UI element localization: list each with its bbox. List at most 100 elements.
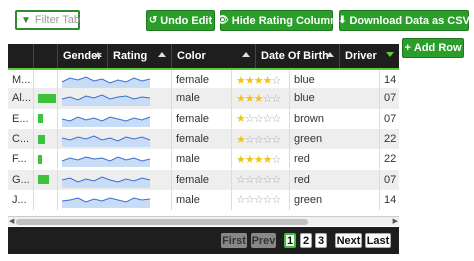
- rating-cell[interactable]: ★☆☆☆☆: [232, 108, 290, 129]
- progress-cell[interactable]: [34, 189, 58, 211]
- star-icon[interactable]: ★: [236, 93, 246, 105]
- star-rating[interactable]: ★★★★☆: [236, 153, 282, 166]
- rating-cell[interactable]: ★★★★☆: [232, 70, 290, 91]
- rating-cell[interactable]: ☆☆☆☆☆: [232, 169, 290, 190]
- next-page-button[interactable]: Next: [335, 233, 362, 248]
- star-icon[interactable]: ☆: [263, 134, 273, 146]
- star-rating[interactable]: ★☆☆☆☆: [236, 112, 282, 125]
- progress-cell[interactable]: [34, 149, 58, 170]
- progress-cell[interactable]: [34, 88, 58, 109]
- color-cell[interactable]: brown: [290, 108, 380, 129]
- table-row[interactable]: E... female ★☆☆☆☆ brown 07: [8, 108, 399, 129]
- name-cell[interactable]: M...: [8, 70, 34, 91]
- gender-cell[interactable]: female: [172, 70, 232, 91]
- star-icon[interactable]: ☆: [254, 194, 264, 206]
- star-icon[interactable]: ☆: [263, 194, 273, 206]
- star-icon[interactable]: ☆: [236, 194, 246, 206]
- table-row[interactable]: F... male ★★★★☆ red 22: [8, 149, 399, 170]
- star-icon[interactable]: ★: [236, 75, 246, 87]
- star-icon[interactable]: ☆: [263, 174, 273, 186]
- first-page-button[interactable]: First: [221, 233, 247, 248]
- gender-cell[interactable]: female: [172, 169, 232, 190]
- filter-tab-field[interactable]: ▼: [15, 10, 83, 30]
- name-cell[interactable]: Al...: [8, 88, 34, 109]
- star-icon[interactable]: ★: [254, 154, 264, 166]
- name-cell[interactable]: F...: [8, 149, 34, 170]
- table-row[interactable]: Al... male ★★★☆☆ blue 07: [8, 88, 399, 109]
- gender-cell[interactable]: male: [172, 88, 232, 109]
- rating-cell[interactable]: ★★★☆☆: [232, 88, 290, 109]
- star-icon[interactable]: ☆: [263, 113, 273, 125]
- star-icon[interactable]: ★: [245, 154, 255, 166]
- progress-cell[interactable]: [34, 128, 58, 150]
- rating-cell[interactable]: ☆☆☆☆☆: [232, 189, 290, 211]
- name-cell[interactable]: C...: [8, 128, 34, 150]
- header-color[interactable]: Color: [172, 44, 256, 68]
- hide-rating-column-button[interactable]: 👁 Hide Rating Column: [216, 10, 337, 31]
- header-dob[interactable]: Date Of Birth: [256, 44, 340, 68]
- star-icon[interactable]: ★: [236, 113, 246, 125]
- dob-cell[interactable]: 07: [380, 109, 399, 129]
- name-cell[interactable]: J...: [8, 189, 34, 211]
- gender-cell[interactable]: female: [172, 108, 232, 129]
- undo-edit-button[interactable]: ↺ Undo Edit: [146, 10, 215, 31]
- progress-cell[interactable]: [34, 169, 58, 190]
- star-icon[interactable]: ★: [263, 154, 273, 166]
- dob-cell[interactable]: 22: [380, 149, 399, 169]
- header-driver[interactable]: Driver: [340, 44, 399, 68]
- star-icon[interactable]: ☆: [272, 154, 282, 166]
- gender-cell[interactable]: male: [172, 149, 232, 170]
- star-icon[interactable]: ☆: [245, 134, 255, 146]
- page-1-button[interactable]: 1: [284, 233, 296, 248]
- table-row[interactable]: G... female ☆☆☆☆☆ red 07: [8, 169, 399, 190]
- name-cell[interactable]: G...: [8, 169, 34, 190]
- star-icon[interactable]: ★: [254, 93, 264, 105]
- color-cell[interactable]: green: [290, 128, 380, 150]
- star-icon[interactable]: ☆: [245, 174, 255, 186]
- star-icon[interactable]: ☆: [272, 93, 282, 105]
- star-icon[interactable]: ★: [263, 75, 273, 87]
- star-icon[interactable]: ☆: [254, 134, 264, 146]
- star-icon[interactable]: ☆: [236, 174, 246, 186]
- star-icon[interactable]: ★: [236, 134, 246, 146]
- rating-cell[interactable]: ★☆☆☆☆: [232, 128, 290, 150]
- gender-cell[interactable]: female: [172, 128, 232, 150]
- page-3-button[interactable]: 3: [315, 233, 327, 248]
- star-rating[interactable]: ☆☆☆☆☆: [236, 193, 282, 206]
- star-icon[interactable]: ☆: [272, 113, 282, 125]
- star-icon[interactable]: ☆: [254, 174, 264, 186]
- rating-cell[interactable]: ★★★★☆: [232, 149, 290, 170]
- header-progress[interactable]: [34, 44, 58, 68]
- star-icon[interactable]: ★: [254, 75, 264, 87]
- horizontal-scrollbar[interactable]: ◀ ▶: [8, 216, 399, 226]
- star-rating[interactable]: ★★★☆☆: [236, 92, 282, 105]
- dob-cell[interactable]: 07: [380, 170, 399, 190]
- header-name[interactable]: [8, 44, 34, 68]
- scrollbar-thumb[interactable]: [16, 219, 308, 225]
- star-icon[interactable]: ☆: [254, 113, 264, 125]
- color-cell[interactable]: blue: [290, 70, 380, 91]
- star-rating[interactable]: ☆☆☆☆☆: [236, 173, 282, 186]
- star-icon[interactable]: ★: [236, 154, 246, 166]
- star-icon[interactable]: ☆: [272, 194, 282, 206]
- page-2-button[interactable]: 2: [300, 233, 312, 248]
- dob-cell[interactable]: 07: [380, 88, 399, 108]
- name-cell[interactable]: E...: [8, 108, 34, 129]
- color-cell[interactable]: blue: [290, 88, 380, 109]
- star-rating[interactable]: ★★★★☆: [236, 74, 282, 87]
- dob-cell[interactable]: 22: [380, 129, 399, 149]
- header-gender[interactable]: Gender: [58, 44, 108, 68]
- gender-cell[interactable]: male: [172, 189, 232, 211]
- star-icon[interactable]: ☆: [272, 174, 282, 186]
- download-csv-button[interactable]: ⬇ Download Data as CSV: [338, 10, 470, 31]
- scroll-left-icon[interactable]: ◀: [9, 217, 14, 226]
- star-icon[interactable]: ☆: [263, 93, 273, 105]
- last-page-button[interactable]: Last: [365, 233, 391, 248]
- star-icon[interactable]: ☆: [272, 75, 282, 87]
- table-row[interactable]: J... male ☆☆☆☆☆ green 14: [8, 189, 399, 211]
- add-row-button[interactable]: + Add Row: [402, 38, 464, 58]
- color-cell[interactable]: red: [290, 169, 380, 190]
- prev-page-button[interactable]: Prev: [251, 233, 276, 248]
- star-icon[interactable]: ☆: [272, 134, 282, 146]
- star-icon[interactable]: ★: [245, 93, 255, 105]
